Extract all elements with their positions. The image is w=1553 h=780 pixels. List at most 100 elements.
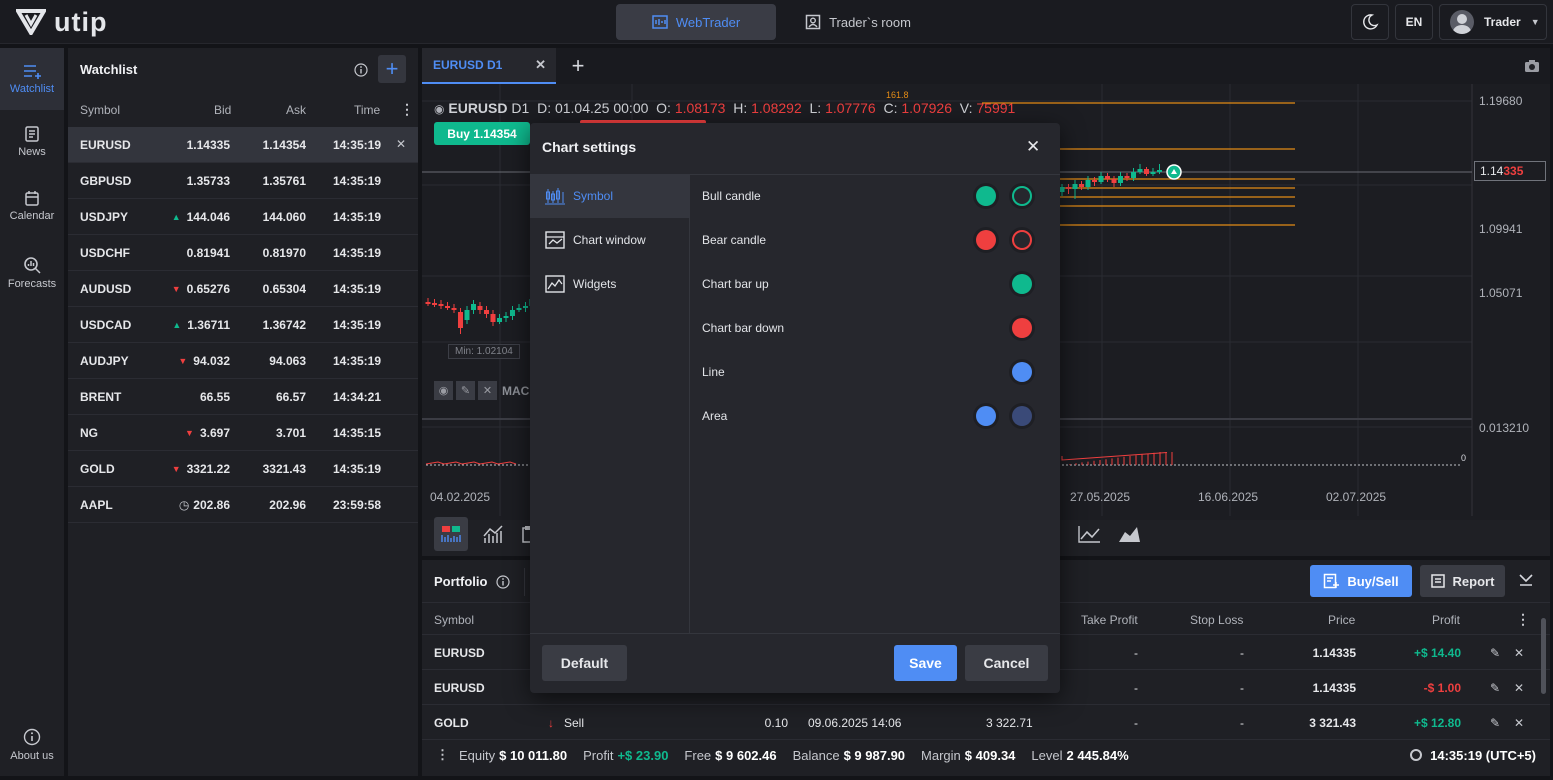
more-options-icon[interactable]: ⋮ [400, 101, 414, 118]
bid: 0.65276 [186, 282, 230, 296]
add-symbol-button[interactable]: + [378, 55, 406, 83]
close-icon[interactable]: ✕ [1514, 716, 1524, 730]
watchlist-row[interactable]: AUDUSD ▼ 0.65276 0.65304 14:35:19 [68, 271, 418, 307]
collapse-icon[interactable] [1518, 571, 1534, 592]
color-setting-row: Chart bar up [702, 262, 1048, 306]
watchlist-row[interactable]: BRENT 66.55 66.57 14:34:21 [68, 379, 418, 415]
nav-watchlist[interactable]: Watchlist [0, 48, 64, 110]
col-ask: Ask [286, 103, 307, 117]
bid: 1.35733 [186, 174, 230, 188]
scrollbar[interactable] [1541, 618, 1546, 694]
calendar-icon [25, 191, 39, 206]
close-icon[interactable]: ✕ [1514, 646, 1524, 660]
watchlist-row[interactable]: USDJPY ▲ 144.046 144.060 14:35:19 [68, 199, 418, 235]
info-icon[interactable] [354, 63, 368, 77]
close-icon[interactable]: ✕ [478, 381, 497, 400]
utip-logo[interactable]: utip [16, 7, 107, 37]
color-swatch[interactable] [1012, 318, 1032, 338]
symbol: EURUSD [80, 138, 131, 152]
watchlist-row[interactable]: AAPL ◷ 202.86 202.96 23:59:58 [68, 487, 418, 523]
report-label: Report [1452, 573, 1495, 589]
buy-sell-label: Buy/Sell [1347, 573, 1399, 589]
save-button[interactable]: Save [894, 645, 957, 681]
watchlist-row[interactable]: NG ▼ 3.697 3.701 14:35:15 [68, 415, 418, 451]
tab-eurusd-d1[interactable]: EURUSD D1 ✕ [422, 48, 556, 84]
open-time: 09.06.2025 14:06 [808, 716, 902, 730]
ask: 94.063 [269, 354, 306, 368]
nav-news[interactable]: News [0, 126, 64, 158]
watchlist-row[interactable]: AUDJPY ▼ 94.032 94.063 14:35:19 [68, 343, 418, 379]
time: 14:35:19 [332, 282, 381, 296]
ohlc-date: 01.04.25 00:00 [554, 100, 649, 116]
color-swatch[interactable] [1012, 230, 1032, 250]
level-value: 2 445.84% [1066, 747, 1129, 763]
tab-webtrader[interactable]: WebTrader [616, 4, 776, 40]
watchlist-row[interactable]: GBPUSD 1.35733 1.35761 14:35:19 [68, 163, 418, 199]
setting-label: Bull candle [702, 189, 761, 203]
nav-forecasts[interactable]: Forecasts [0, 256, 64, 290]
nav-about-us[interactable]: About us [0, 728, 64, 762]
watchlist-row[interactable]: USDCHF 0.81941 0.81970 14:35:19 [68, 235, 418, 271]
ask: 0.65304 [262, 282, 306, 296]
settings-tab-symbol[interactable]: Symbol [530, 174, 690, 218]
edit-icon[interactable]: ✎ [1490, 716, 1500, 730]
default-button[interactable]: Default [542, 645, 627, 681]
color-swatch[interactable] [976, 186, 996, 206]
add-tab-button[interactable]: + [562, 48, 594, 84]
watchlist-row[interactable]: GOLD ▼ 3321.22 3321.43 14:35:19 [68, 451, 418, 487]
settings-tab-widgets[interactable]: Widgets [530, 262, 690, 306]
tab-traders-room[interactable]: Trader`s room [788, 4, 928, 40]
color-swatch[interactable] [976, 406, 996, 426]
edit-icon[interactable]: ✎ [1490, 681, 1500, 695]
settings-tab-label: Chart window [573, 233, 646, 247]
bid: 3321.22 [186, 462, 230, 476]
chart-timeframe: D1 [511, 100, 530, 116]
ohlc-close: 1.07926 [901, 100, 952, 116]
cancel-button[interactable]: Cancel [965, 645, 1048, 681]
screenshot-button[interactable] [1514, 48, 1550, 84]
symbol: GBPUSD [80, 174, 132, 188]
buy-sell-button[interactable]: Buy/Sell [1310, 565, 1412, 597]
arrow-down-icon: ↓ [548, 716, 554, 730]
close-icon[interactable]: ✕ [1026, 137, 1040, 157]
color-swatch[interactable] [1012, 274, 1032, 294]
chart-type-bars-button[interactable] [476, 517, 510, 551]
price-axis-label: 1.19680 [1479, 94, 1523, 108]
buy-button[interactable]: Buy 1.14354 [434, 122, 530, 145]
col-symbol: Symbol [80, 103, 121, 117]
more-options-icon[interactable]: ⋮ [1516, 611, 1530, 628]
chart-type-area-button[interactable] [1112, 517, 1146, 551]
col-time: Time [354, 103, 381, 117]
more-options-icon[interactable]: ⋮ [436, 747, 449, 763]
watchlist-row[interactable]: EURUSD 1.14335 1.14354 14:35:19 ✕ [68, 127, 418, 163]
close-icon[interactable]: ✕ [1514, 681, 1524, 695]
min-label: Min: 1.02104 [448, 344, 520, 359]
low-label: L: [809, 100, 822, 116]
close-icon[interactable]: ✕ [396, 137, 406, 151]
color-swatch[interactable] [1012, 362, 1032, 382]
close-icon[interactable]: ✕ [535, 57, 546, 73]
color-swatch[interactable] [1012, 186, 1032, 206]
edit-icon[interactable]: ✎ [1490, 646, 1500, 660]
language-button[interactable]: EN [1395, 4, 1433, 40]
arrow-up-icon: ▲ [171, 212, 181, 222]
ohlc-volume: 75991 [976, 100, 1016, 116]
color-swatch[interactable] [976, 230, 996, 250]
user-menu[interactable]: Trader ▼ [1439, 4, 1547, 40]
nav-calendar[interactable]: Calendar [0, 190, 64, 222]
settings-tab-chart-window[interactable]: Chart window [530, 218, 690, 262]
ohlc-high: 1.08292 [751, 100, 802, 116]
wrench-icon[interactable]: ✎ [456, 381, 475, 400]
eye-icon[interactable]: ◉ [434, 102, 444, 116]
chart-type-candles-button[interactable] [434, 517, 468, 551]
chevron-down-icon: ▼ [1530, 17, 1540, 27]
report-button[interactable]: Report [1420, 565, 1505, 597]
stop-loss: - [1240, 681, 1244, 695]
info-icon[interactable] [496, 575, 510, 589]
theme-toggle-button[interactable] [1351, 4, 1389, 40]
color-swatch[interactable] [1012, 406, 1032, 426]
chart-type-line-button[interactable] [1072, 517, 1106, 551]
eye-icon[interactable]: ◉ [434, 381, 453, 400]
col-symbol: Symbol [434, 613, 475, 627]
watchlist-row[interactable]: USDCAD ▲ 1.36711 1.36742 14:35:19 [68, 307, 418, 343]
